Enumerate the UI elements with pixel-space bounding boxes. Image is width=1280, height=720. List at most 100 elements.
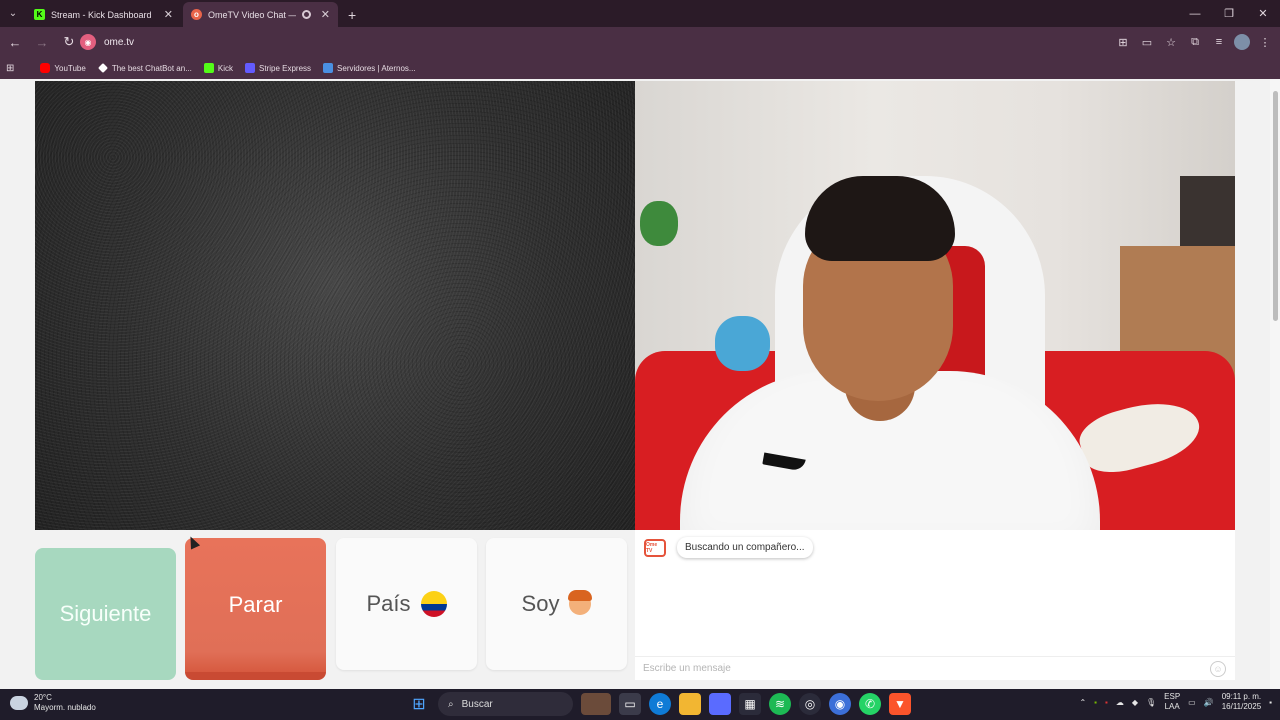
spotify-icon[interactable]: ≋	[769, 693, 791, 715]
page-scrollbar[interactable]	[1270, 79, 1280, 689]
stripe-icon	[245, 63, 255, 73]
shelf-object	[1180, 176, 1235, 256]
emoji-icon[interactable]: ☺	[1210, 661, 1226, 677]
weather-widget[interactable]: 20°C Mayorm. nublado	[10, 693, 96, 713]
plush-toy	[715, 316, 770, 371]
bookmark-label: Kick	[217, 63, 233, 73]
search-label: Buscar	[461, 698, 493, 710]
bookmark-label: YouTube	[54, 63, 86, 73]
plush-toy	[640, 201, 678, 246]
apps-grid-icon[interactable]: ⊞	[6, 63, 14, 74]
address-bar[interactable]: ◉ ome.tv	[80, 31, 1090, 53]
chatbot-icon	[97, 63, 108, 73]
language-indicator[interactable]: ESP LAA	[1164, 692, 1180, 712]
microphone-icon[interactable]: 🎙	[1146, 698, 1156, 707]
close-tab-icon[interactable]: ✕	[164, 8, 173, 21]
scrollbar-thumb[interactable]	[1273, 91, 1278, 321]
brave-icon[interactable]: ▼	[889, 693, 911, 715]
tab-media-icon[interactable]: ≡	[1210, 32, 1228, 52]
next-button-label: Siguiente	[59, 601, 152, 626]
task-view-icon[interactable]: ▭	[619, 693, 641, 715]
next-button[interactable]: Siguiente	[35, 548, 176, 680]
minimize-icon[interactable]: —	[1178, 0, 1212, 27]
app-tray-icon[interactable]: ▪	[1105, 698, 1108, 707]
country-button[interactable]: País	[336, 538, 477, 670]
network-icon[interactable]: ▭	[1188, 698, 1196, 707]
extensions-icon[interactable]: ⧉	[1186, 32, 1204, 52]
colombia-flag-icon	[420, 591, 447, 617]
system-tray: ⌃ ▪ ▪ ☁ ◆ 🎙 ESP LAA ▭ 🔊 09:11 p. m. 16/1…	[1079, 692, 1272, 712]
cast-icon[interactable]: ▭	[1138, 32, 1156, 52]
tab-search-icon[interactable]: ⌄	[0, 0, 26, 27]
site-info-icon[interactable]: ◉	[80, 34, 96, 50]
restore-icon[interactable]: ❐	[1212, 0, 1246, 27]
url-text: ome.tv	[104, 36, 135, 48]
store-icon[interactable]: ▦	[739, 693, 761, 715]
windows-start-icon[interactable]: ⊞	[408, 693, 430, 715]
tab-title: Stream - Kick Dashboard	[51, 9, 152, 20]
tab-title: OmeTV Video Chat — Ome	[208, 9, 296, 20]
bookmark-youtube[interactable]: YouTube	[40, 63, 86, 73]
search-highlight-icon[interactable]	[581, 693, 611, 715]
bookmark-label: The best ChatBot an...	[111, 63, 192, 73]
whatsapp-icon[interactable]: ✆	[859, 693, 881, 715]
stop-button[interactable]: Parar	[185, 538, 326, 680]
bookmark-label: Servidores | Aternos...	[337, 63, 416, 73]
ometv-icon: o	[191, 9, 202, 20]
weather-temp: 20°C	[34, 693, 52, 702]
menu-icon[interactable]: ⋮	[1256, 32, 1274, 52]
new-tab-button[interactable]: +	[340, 2, 364, 27]
edge-icon[interactable]: e	[649, 693, 671, 715]
windows-taskbar: 20°C Mayorm. nublado ⊞ ⌕ Buscar ▭ e ▦ ≋ …	[0, 689, 1280, 720]
clock-date: 16/11/2025	[1221, 702, 1262, 711]
nvidia-icon[interactable]: ▪	[1094, 698, 1097, 707]
close-tab-icon[interactable]: ✕	[321, 8, 330, 21]
browser-toolbar: ← → ↻ ◉ ome.tv ⊞ ▭ ☆ ⧉ ≡ ⋮	[0, 27, 1280, 57]
kick-icon: K	[34, 9, 45, 20]
ometv-page: Siguiente Parar País Soy Ome TV Buscando…	[0, 79, 1280, 689]
tab-strip: ⌄ K Stream - Kick Dashboard ✕ o OmeTV Vi…	[0, 0, 1280, 27]
country-button-label: País	[366, 591, 411, 616]
boy-emoji-icon	[568, 590, 593, 615]
reload-button[interactable]: ↻	[57, 30, 81, 54]
file-explorer-icon[interactable]	[679, 693, 701, 715]
obs-icon[interactable]: ◎	[799, 693, 821, 715]
bookmark-kick[interactable]: Kick	[203, 63, 233, 73]
bookmark-label: Stripe Express	[259, 63, 312, 73]
forward-button[interactable]: →	[30, 30, 54, 54]
partner-video	[35, 81, 635, 530]
gender-button[interactable]: Soy	[486, 538, 627, 670]
kick-icon	[203, 63, 214, 73]
tray-app-icon[interactable]: ◆	[1132, 698, 1138, 707]
stop-button-label: Parar	[228, 592, 283, 617]
close-window-icon[interactable]: ✕	[1246, 0, 1280, 27]
chat-input-bar: ☺	[635, 656, 1235, 680]
clock[interactable]: 09:11 p. m. 16/11/2025	[1222, 692, 1261, 712]
show-hidden-icons-icon[interactable]: ⌃	[1079, 698, 1086, 707]
profile-avatar[interactable]	[1234, 34, 1250, 50]
bookmark-star-icon[interactable]: ☆	[1162, 32, 1180, 52]
ometv-logo-icon: Ome TV	[644, 539, 666, 557]
tab-kick-dashboard[interactable]: K Stream - Kick Dashboard ✕	[26, 2, 181, 27]
message-input[interactable]	[643, 663, 1183, 674]
tab-ometv[interactable]: o OmeTV Video Chat — Ome ✕	[183, 2, 338, 27]
volume-icon[interactable]: 🔊	[1204, 698, 1214, 707]
bookmark-chatbot[interactable]: The best ChatBot an...	[97, 63, 192, 73]
self-video	[635, 81, 1235, 530]
bookmark-aternos[interactable]: Servidores | Aternos...	[323, 63, 416, 73]
keyboard-layout: LAA	[1164, 702, 1180, 711]
weather-desc: Mayorm. nublado	[34, 703, 96, 712]
youtube-icon	[40, 63, 51, 73]
clock-time: 09:11 p. m.	[1221, 692, 1262, 701]
notifications-icon[interactable]: ▪	[1269, 698, 1272, 707]
onedrive-icon[interactable]: ☁	[1116, 698, 1124, 707]
chrome-icon[interactable]: ◉	[829, 693, 851, 715]
copilot-icon[interactable]	[709, 693, 731, 715]
translate-icon[interactable]: ⊞	[1114, 32, 1132, 52]
bookmark-stripe[interactable]: Stripe Express	[245, 63, 311, 73]
back-button[interactable]: ←	[3, 30, 27, 54]
taskbar-search[interactable]: ⌕ Buscar	[438, 692, 573, 716]
bookmarks-bar: ⊞ YouTube The best ChatBot an... Kick St…	[0, 57, 1280, 79]
aternos-icon	[323, 63, 334, 73]
person-hair	[805, 176, 955, 261]
